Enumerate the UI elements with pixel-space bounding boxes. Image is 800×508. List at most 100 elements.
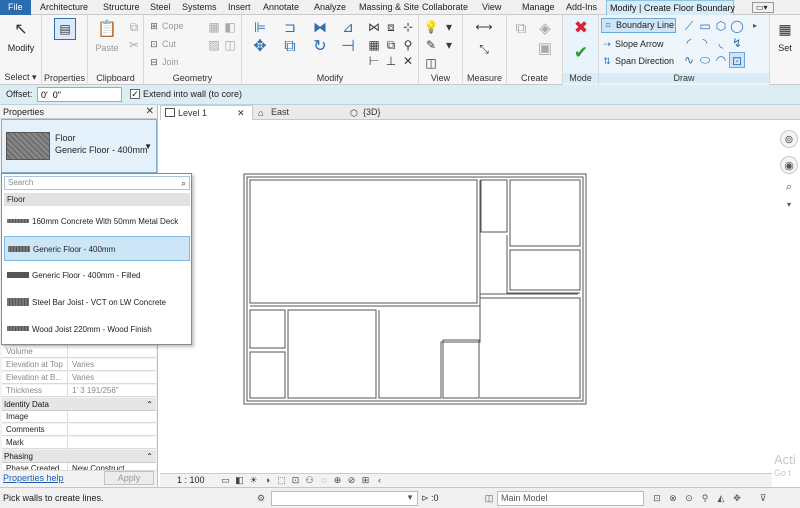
property-row-phase-created[interactable]: Phase Created New Construct <box>2 463 156 471</box>
split-icon[interactable]: ⋈ <box>366 19 382 35</box>
join-button[interactable]: ⊟ Join <box>148 54 178 70</box>
view-arrow-icon-2[interactable]: ▾ <box>441 37 457 53</box>
drag-elements-icon[interactable]: ✥ <box>731 492 743 504</box>
span-direction-button[interactable]: ⇅ Span Direction <box>601 53 674 69</box>
move-icon[interactable]: ✥ <box>252 39 268 55</box>
tab-file[interactable]: File <box>0 0 31 15</box>
tab-structure[interactable]: Structure <box>100 0 143 15</box>
zoom-arrow-icon[interactable]: ▾ <box>780 196 798 214</box>
lock-view-icon[interactable]: ⊕ <box>332 475 343 486</box>
hide-icon[interactable]: ◫ <box>423 55 439 71</box>
temporary-hide-icon[interactable]: ⚇ <box>304 475 315 486</box>
arc-start-icon[interactable]: ◜ <box>681 35 697 51</box>
reveal-hidden-icon[interactable]: ◌ <box>318 475 329 486</box>
room-bottom-left-1[interactable] <box>249 309 286 349</box>
property-row-thickness[interactable]: Thickness 1' 3 191/256" <box>2 385 156 397</box>
group-identity-data[interactable]: Identity Data ⌃ <box>2 398 156 411</box>
split-face-icon[interactable]: ◧ <box>222 19 238 35</box>
apply-button[interactable]: Apply <box>104 471 154 485</box>
filter-icon[interactable]: ⊽ <box>757 492 769 504</box>
type-selector[interactable]: Floor Generic Floor - 400mm ▼ <box>1 119 157 173</box>
ellipse-icon[interactable]: ⬭ <box>697 52 713 68</box>
tab-view[interactable]: View <box>479 0 504 15</box>
sun-path-icon[interactable]: ☀ <box>248 475 259 486</box>
select-pinned-icon[interactable]: ⚲ <box>699 492 711 504</box>
draw-arrow-icon[interactable]: ▸ <box>747 18 763 34</box>
type-option[interactable]: Wood Joist 220mm - Wood Finish <box>4 317 190 342</box>
shadows-icon[interactable]: ◑ <box>262 475 273 486</box>
offset-input[interactable] <box>37 87 122 102</box>
create-assembly-icon[interactable]: ⧉ <box>513 21 529 37</box>
extend-into-wall-checkbox[interactable]: ✓ <box>130 89 140 99</box>
demolish-icon[interactable]: ◫ <box>222 37 238 53</box>
slope-arrow-button[interactable]: ⇢ Slope Arrow <box>601 36 663 52</box>
finish-edit-icon[interactable]: ✔ <box>573 44 589 61</box>
ribbon-toggle-icon[interactable]: ▭▾ <box>752 2 774 13</box>
type-option-selected[interactable]: Generic Floor - 400mm <box>4 236 190 261</box>
chevron-down-icon[interactable]: ▼ <box>144 142 152 151</box>
view-scale[interactable]: 1 : 100 <box>177 475 205 485</box>
copy-element-icon[interactable]: ⧉ <box>282 39 298 55</box>
light-bulb-icon[interactable]: 💡 <box>423 19 439 35</box>
room-bottom-middle[interactable] <box>287 309 377 399</box>
tab-collaborate[interactable]: Collaborate <box>419 0 471 15</box>
close-icon[interactable]: ✕ <box>237 108 245 118</box>
arc-center-icon[interactable]: ◝ <box>697 35 713 51</box>
rectangle-icon[interactable]: ▭ <box>697 18 713 34</box>
mirror-axis-icon[interactable]: ⧓ <box>312 19 328 35</box>
create-parts-icon[interactable]: ◈ <box>537 21 553 37</box>
tab-analyze[interactable]: Analyze <box>311 0 349 15</box>
drawing-canvas[interactable] <box>160 120 800 473</box>
cut-icon[interactable]: ✂ <box>126 37 142 53</box>
modify-button[interactable]: ↖ Modify <box>4 18 38 53</box>
analytical-model-icon[interactable]: ⊘ <box>346 475 357 486</box>
copy-icon[interactable]: ⧉ <box>126 19 142 35</box>
tab-steel[interactable]: Steel <box>147 0 174 15</box>
property-row-volume[interactable]: Volume <box>2 346 156 358</box>
crop-view-icon[interactable]: ⬚ <box>276 475 287 486</box>
select-filter-icon[interactable]: ⊳ <box>419 492 431 504</box>
trim-single-icon[interactable]: ⊥ <box>383 53 399 69</box>
room-bottom-small[interactable] <box>442 339 480 399</box>
arc-tangent-icon[interactable]: ◟ <box>713 35 729 51</box>
fillet-arc-icon[interactable]: ↯ <box>729 35 745 51</box>
trim-multiple-icon[interactable]: ⊢ <box>366 53 382 69</box>
view-cube-icon[interactable]: ⊚ <box>780 130 798 148</box>
workset-select[interactable]: ▼ <box>271 491 418 506</box>
tab-manage[interactable]: Manage <box>519 0 558 15</box>
steering-wheel-icon[interactable]: ◉ <box>780 156 798 174</box>
measure-icon[interactable]: ⟷ <box>469 19 499 35</box>
property-row-comments[interactable]: Comments <box>2 424 156 436</box>
line-icon[interactable]: ⟋ <box>681 18 697 34</box>
delete-icon[interactable]: ✕ <box>400 53 416 69</box>
group-phasing[interactable]: Phasing ⌃ <box>2 450 156 463</box>
outer-wall-outer[interactable] <box>243 173 587 405</box>
spline-icon[interactable]: ∿ <box>681 52 697 68</box>
dimension-icon[interactable]: ⤡ <box>469 41 499 57</box>
property-row-elevation-bottom[interactable]: Elevation at B... Varies <box>2 372 156 384</box>
highlight-icon[interactable]: ⊞ <box>360 475 371 486</box>
type-option[interactable]: Generic Floor - 400mm - Filled <box>4 263 190 288</box>
override-icon[interactable]: ✎ <box>423 37 439 53</box>
tab-massing-site[interactable]: Massing & Site <box>356 0 422 15</box>
design-option-select[interactable]: Main Model <box>497 491 644 506</box>
paint-icon[interactable]: ▨ <box>206 37 222 53</box>
offset-icon[interactable]: ⊐ <box>282 19 298 35</box>
select-by-face-icon[interactable]: ◭ <box>715 492 727 504</box>
cope-button[interactable]: ⊞ Cope <box>148 18 183 34</box>
zoom-icon[interactable]: ⌕ <box>780 178 798 196</box>
type-option[interactable]: Steel Bar Joist - VCT on LW Concrete <box>4 290 190 315</box>
rotate-icon[interactable]: ↻ <box>312 39 328 55</box>
room-closet[interactable] <box>480 179 508 233</box>
tab-insert[interactable]: Insert <box>225 0 254 15</box>
array-icon[interactable]: ▦ <box>366 37 382 53</box>
room-large[interactable] <box>249 179 478 304</box>
tab-systems[interactable]: Systems <box>179 0 220 15</box>
select-links-icon[interactable]: ⊗ <box>667 492 679 504</box>
pin-icon[interactable]: ⚲ <box>400 37 416 53</box>
property-row-mark[interactable]: Mark <box>2 437 156 449</box>
editable-only-icon[interactable]: ⊡ <box>651 492 663 504</box>
constraints-icon[interactable]: ‹ <box>374 475 385 486</box>
align-icon[interactable]: ⊫ <box>252 19 268 35</box>
cancel-edit-icon[interactable]: ✖ <box>573 19 589 36</box>
